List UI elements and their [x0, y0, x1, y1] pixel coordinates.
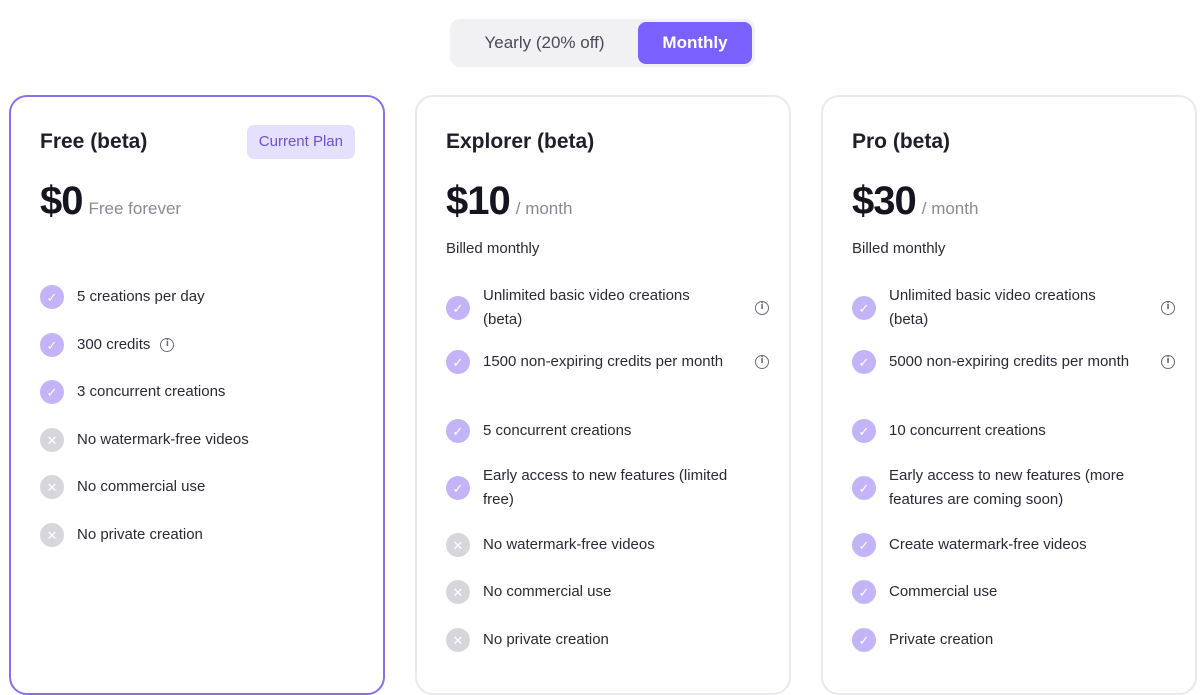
check-icon: ✓ — [446, 419, 470, 443]
feature-text: No watermark-free videos — [483, 536, 655, 553]
feature-text: 3 concurrent creations — [77, 383, 226, 400]
check-icon: ✓ — [852, 296, 876, 320]
feature-item: ✓ Commercial use — [852, 580, 1175, 604]
cross-icon: ✕ — [446, 628, 470, 652]
feature-text: No private creation — [77, 526, 203, 543]
info-icon[interactable]: i — [160, 338, 175, 352]
feature-item: ✕ No private creation — [40, 523, 363, 547]
plan-name: Pro (beta) — [852, 130, 951, 153]
check-icon: ✓ — [40, 333, 64, 357]
price-suffix: Free forever — [88, 199, 182, 218]
feature-item: ✕ No watermark-free videos — [40, 428, 363, 452]
info-icon[interactable]: i — [755, 355, 769, 369]
plan-card-explorer[interactable]: Explorer (beta) $10/ month Billed monthl… — [415, 95, 791, 695]
feature-item: ✓ 300 credits i — [40, 333, 363, 357]
feature-text: 5000 non-expiring credits per month — [889, 353, 1130, 370]
feature-text: No commercial use — [483, 583, 612, 600]
check-icon: ✓ — [852, 476, 876, 500]
billing-toggle: Yearly (20% off) Monthly — [450, 19, 755, 67]
check-icon: ✓ — [40, 285, 64, 309]
feature-text: 10 concurrent creations — [889, 422, 1046, 439]
feature-text: 5 concurrent creations — [483, 422, 632, 439]
check-icon: ✓ — [852, 580, 876, 604]
cross-icon: ✕ — [40, 523, 64, 547]
feature-item: ✓ Unlimited basic video creations (beta)… — [852, 284, 1175, 332]
feature-item: ✓ Create watermark-free videos — [852, 533, 1175, 557]
feature-item: ✓ 5 concurrent creations — [446, 419, 769, 443]
plan-price: $30 — [852, 179, 917, 223]
check-icon: ✓ — [40, 380, 64, 404]
feature-item: ✓ 5 creations per day — [40, 285, 363, 309]
feature-text: 1500 non-expiring credits per month — [483, 353, 724, 370]
plan-price: $0 — [40, 179, 83, 223]
feature-item: ✓ Unlimited basic video creations (beta)… — [446, 284, 769, 332]
plan-card-free[interactable]: Free (beta) Current Plan $0 Free forever … — [9, 95, 385, 695]
feature-item: ✓ Early access to new features (limited … — [446, 464, 769, 512]
feature-item: ✕ No private creation — [446, 628, 769, 652]
feature-text: 5 creations per day — [77, 288, 205, 305]
feature-item: ✓ 1500 non-expiring credits per month i — [446, 350, 769, 374]
feature-text: No watermark-free videos — [77, 431, 249, 448]
check-icon: ✓ — [852, 350, 876, 374]
price-suffix: / month — [921, 199, 979, 218]
check-icon: ✓ — [446, 296, 470, 320]
feature-text: Early access to new features (more featu… — [889, 467, 1125, 508]
feature-text: 300 credits — [77, 336, 151, 353]
plan-name: Explorer (beta) — [446, 130, 595, 153]
feature-text: Unlimited basic video creations (beta) — [889, 287, 1096, 328]
info-icon[interactable]: i — [755, 301, 769, 315]
feature-text: Unlimited basic video creations (beta) — [483, 287, 690, 328]
billing-note: Billed monthly — [852, 240, 946, 257]
feature-text: Private creation — [889, 631, 994, 648]
price-row: $30/ month — [852, 179, 978, 224]
feature-text: Early access to new features (limited fr… — [483, 467, 728, 508]
plan-price: $10 — [446, 179, 511, 223]
info-icon[interactable]: i — [1161, 301, 1175, 315]
cross-icon: ✕ — [40, 428, 64, 452]
feature-item: ✓ 3 concurrent creations — [40, 380, 363, 404]
feature-text: Commercial use — [889, 583, 998, 600]
feature-item: ✓ 10 concurrent creations — [852, 419, 1175, 443]
plan-name: Free (beta) — [40, 130, 148, 153]
current-plan-badge: Current Plan — [246, 125, 355, 159]
cross-icon: ✕ — [40, 475, 64, 499]
cross-icon: ✕ — [446, 580, 470, 604]
price-suffix: / month — [515, 199, 573, 218]
price-row: $0 Free forever — [40, 179, 181, 224]
feature-item: ✓ 5000 non-expiring credits per month i — [852, 350, 1175, 374]
check-icon: ✓ — [852, 628, 876, 652]
price-row: $10/ month — [446, 179, 572, 224]
check-icon: ✓ — [446, 350, 470, 374]
plan-card-pro[interactable]: Pro (beta) $30/ month Billed monthly ✓ U… — [821, 95, 1197, 695]
feature-item: ✕ No watermark-free videos — [446, 533, 769, 557]
info-icon[interactable]: i — [1161, 355, 1175, 369]
feature-item: ✕ No commercial use — [446, 580, 769, 604]
yearly-toggle-button[interactable]: Yearly (20% off) — [453, 22, 636, 64]
check-icon: ✓ — [852, 419, 876, 443]
feature-item: ✓ Private creation — [852, 628, 1175, 652]
feature-text: No commercial use — [77, 478, 206, 495]
billing-note: Billed monthly — [446, 240, 540, 257]
feature-item: ✕ No commercial use — [40, 475, 363, 499]
feature-item: ✓ Early access to new features (more fea… — [852, 464, 1175, 512]
feature-text: Create watermark-free videos — [889, 536, 1087, 553]
monthly-toggle-button[interactable]: Monthly — [638, 22, 752, 64]
check-icon: ✓ — [852, 533, 876, 557]
cross-icon: ✕ — [446, 533, 470, 557]
feature-text: No private creation — [483, 631, 609, 648]
check-icon: ✓ — [446, 476, 470, 500]
